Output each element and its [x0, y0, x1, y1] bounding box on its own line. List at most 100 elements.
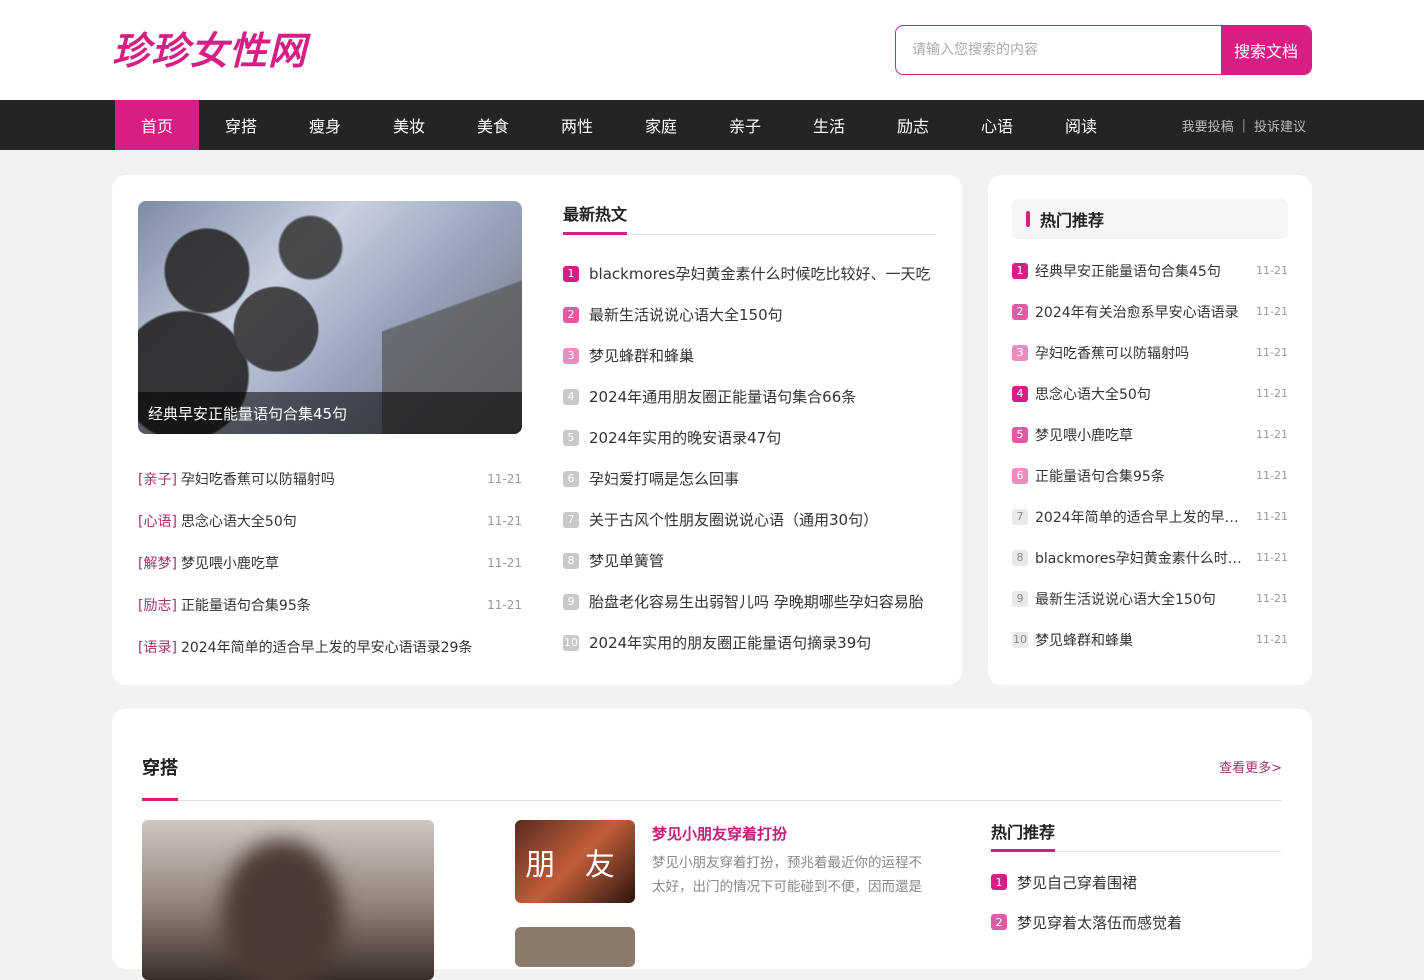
- featured-list-item[interactable]: [亲子] 孕妇吃香蕉可以防辐射吗 11-21: [138, 458, 522, 500]
- nav-item[interactable]: 家庭: [619, 100, 703, 150]
- hot-item[interactable]: 8 blackmores孕妇黄金素什么时候吃 11-21: [1012, 537, 1288, 578]
- site-logo[interactable]: 珍珍女性网: [112, 22, 307, 73]
- outfit-section-title: 穿搭: [142, 757, 178, 801]
- item-title[interactable]: 胎盘老化容易生出弱智儿吗 孕晚期哪些孕妇容易胎: [589, 591, 936, 612]
- item-title[interactable]: 2024年实用的晚安语录47句: [589, 427, 936, 448]
- item-title[interactable]: 关于古风个性朋友圈说说心语（通用30句）: [589, 509, 936, 530]
- item-title[interactable]: 梦见穿着太落伍而感觉着: [1017, 912, 1281, 933]
- latest-item[interactable]: 9 胎盘老化容易生出弱智儿吗 孕晚期哪些孕妇容易胎: [563, 581, 936, 622]
- submit-article-link[interactable]: 我要投稿: [1182, 116, 1234, 135]
- item-title[interactable]: 2024年简单的适合早上发的早安心语语录29条: [181, 637, 512, 657]
- nav-item[interactable]: 美食: [451, 100, 535, 150]
- item-title[interactable]: 2024年有关治愈系早安心语语录: [1035, 302, 1248, 322]
- nav-item[interactable]: 生活: [787, 100, 871, 150]
- item-date: 11-21: [1256, 428, 1288, 441]
- hot-item[interactable]: 5 梦见喂小鹿吃草 11-21: [1012, 414, 1288, 455]
- featured-list-item[interactable]: [解梦] 梦见喂小鹿吃草 11-21: [138, 542, 522, 584]
- rank-number: 10: [1012, 631, 1028, 648]
- hot-header: 热门推荐: [1012, 199, 1288, 239]
- item-date: 11-21: [487, 556, 522, 570]
- nav-item[interactable]: 瘦身: [283, 100, 367, 150]
- item-title[interactable]: 思念心语大全50句: [181, 511, 477, 531]
- nav-item[interactable]: 阅读: [1039, 100, 1123, 150]
- item-title[interactable]: 最新生活说说心语大全150句: [589, 304, 936, 325]
- feedback-link[interactable]: 投诉建议: [1254, 116, 1306, 135]
- item-title[interactable]: 最新生活说说心语大全150句: [1035, 589, 1248, 609]
- hot-item[interactable]: 1 经典早安正能量语句合集45句 11-21: [1012, 250, 1288, 291]
- nav-items: 首页 穿搭 瘦身 美妆 美食 两性 家庭 亲子 生活 励志 心语 阅读: [115, 100, 1123, 150]
- nav-item[interactable]: 心语: [955, 100, 1039, 150]
- item-title[interactable]: 梦见喂小鹿吃草: [181, 553, 477, 573]
- item-title[interactable]: 梦见蜂群和蜂巢: [1035, 630, 1248, 650]
- featured-card: 经典早安正能量语句合集45句 [亲子] 孕妇吃香蕉可以防辐射吗 11-21 [心语] 思…: [112, 175, 962, 685]
- outfit-featured-image[interactable]: [142, 820, 434, 980]
- hot-item[interactable]: 4 思念心语大全50句 11-21: [1012, 373, 1288, 414]
- item-title[interactable]: blackmores孕妇黄金素什么时候吃: [1035, 548, 1248, 568]
- nav-item[interactable]: 美妆: [367, 100, 451, 150]
- hot-item[interactable]: 2 2024年有关治愈系早安心语语录 11-21: [1012, 291, 1288, 332]
- featured-caption[interactable]: 经典早安正能量语句合集45句: [138, 392, 522, 434]
- item-title[interactable]: 2024年简单的适合早上发的早安心语: [1035, 507, 1248, 527]
- featured-list-item[interactable]: [励志] 正能量语句合集95条 11-21: [138, 584, 522, 626]
- item-title[interactable]: 孕妇吃香蕉可以防辐射吗: [1035, 343, 1248, 363]
- nav-item[interactable]: 励志: [871, 100, 955, 150]
- outfit-hot-item[interactable]: 1 梦见自己穿着围裙: [991, 862, 1281, 902]
- latest-item[interactable]: 3 梦见蜂群和蜂巢: [563, 335, 936, 376]
- nav-item[interactable]: 首页: [115, 100, 199, 150]
- latest-item[interactable]: 5 2024年实用的晚安语录47句: [563, 417, 936, 458]
- item-title[interactable]: 正能量语句合集95条: [181, 595, 477, 615]
- article-thumbnail[interactable]: 朋 友: [515, 820, 635, 903]
- nav-item[interactable]: 穿搭: [199, 100, 283, 150]
- hot-item[interactable]: 3 孕妇吃香蕉可以防辐射吗 11-21: [1012, 332, 1288, 373]
- article-thumbnail-2[interactable]: [515, 927, 635, 967]
- latest-item[interactable]: 10 2024年实用的朋友圈正能量语句摘录39句: [563, 622, 936, 663]
- hot-item[interactable]: 6 正能量语句合集95条 11-21: [1012, 455, 1288, 496]
- rank-number: 5: [563, 429, 579, 446]
- nav-item[interactable]: 亲子: [703, 100, 787, 150]
- rank-number: 1: [991, 874, 1007, 890]
- item-title[interactable]: 思念心语大全50句: [1035, 384, 1248, 404]
- category-tag[interactable]: [心语]: [138, 511, 177, 531]
- hot-item[interactable]: 9 最新生活说说心语大全150句 11-21: [1012, 578, 1288, 619]
- item-title[interactable]: 2024年通用朋友圈正能量语句集合66条: [589, 386, 936, 407]
- item-title[interactable]: 孕妇爱打嗝是怎么回事: [589, 468, 936, 489]
- category-tag[interactable]: [解梦]: [138, 553, 177, 573]
- item-date: 11-21: [487, 472, 522, 486]
- hot-item[interactable]: 10 梦见蜂群和蜂巢 11-21: [1012, 619, 1288, 660]
- item-title[interactable]: 正能量语句合集95条: [1035, 466, 1248, 486]
- category-tag[interactable]: [亲子]: [138, 469, 177, 489]
- rank-number: 6: [563, 470, 579, 487]
- item-title[interactable]: 2024年实用的朋友圈正能量语句摘录39句: [589, 632, 936, 653]
- rank-number: 8: [563, 552, 579, 569]
- search-button[interactable]: 搜索文档: [1221, 26, 1311, 74]
- rank-number: 4: [563, 388, 579, 405]
- item-title[interactable]: 梦见单簧管: [589, 550, 936, 571]
- latest-item[interactable]: 6 孕妇爱打嗝是怎么回事: [563, 458, 936, 499]
- featured-image[interactable]: 经典早安正能量语句合集45句: [138, 201, 522, 434]
- item-title[interactable]: 梦见蜂群和蜂巢: [589, 345, 936, 366]
- item-title[interactable]: blackmores孕妇黄金素什么时候吃比较好、一天吃: [589, 263, 936, 284]
- article-title[interactable]: 梦见小朋友穿着打扮: [652, 823, 787, 844]
- nav-item[interactable]: 两性: [535, 100, 619, 150]
- item-title[interactable]: 梦见自己穿着围裙: [1017, 872, 1281, 893]
- latest-list: 1 blackmores孕妇黄金素什么时候吃比较好、一天吃 2 最新生活说说心语大全1…: [563, 253, 936, 663]
- category-tag[interactable]: [励志]: [138, 595, 177, 615]
- outfit-hot-item[interactable]: 2 梦见穿着太落伍而感觉着: [991, 902, 1281, 942]
- rank-number: 3: [1012, 344, 1028, 361]
- featured-list-item[interactable]: [语录] 2024年简单的适合早上发的早安心语语录29条: [138, 626, 522, 668]
- latest-item[interactable]: 7 关于古风个性朋友圈说说心语（通用30句）: [563, 499, 936, 540]
- item-title[interactable]: 孕妇吃香蕉可以防辐射吗: [181, 469, 477, 489]
- item-title[interactable]: 梦见喂小鹿吃草: [1035, 425, 1248, 445]
- category-tag[interactable]: [语录]: [138, 637, 177, 657]
- outfit-section: 穿搭 查看更多> 朋 友 梦见小朋友穿着打扮 梦见小朋友穿着打扮，预兆着最近你的…: [112, 709, 1312, 980]
- view-more-link[interactable]: 查看更多>: [1219, 757, 1282, 776]
- item-title[interactable]: 经典早安正能量语句合集45句: [1035, 261, 1248, 281]
- latest-item[interactable]: 8 梦见单簧管: [563, 540, 936, 581]
- latest-item[interactable]: 1 blackmores孕妇黄金素什么时候吃比较好、一天吃: [563, 253, 936, 294]
- featured-list-item[interactable]: [心语] 思念心语大全50句 11-21: [138, 500, 522, 542]
- latest-item[interactable]: 4 2024年通用朋友圈正能量语句集合66条: [563, 376, 936, 417]
- nav-separator: |: [1241, 117, 1246, 133]
- latest-item[interactable]: 2 最新生活说说心语大全150句: [563, 294, 936, 335]
- search-input[interactable]: [896, 26, 1221, 74]
- hot-item[interactable]: 7 2024年简单的适合早上发的早安心语 11-21: [1012, 496, 1288, 537]
